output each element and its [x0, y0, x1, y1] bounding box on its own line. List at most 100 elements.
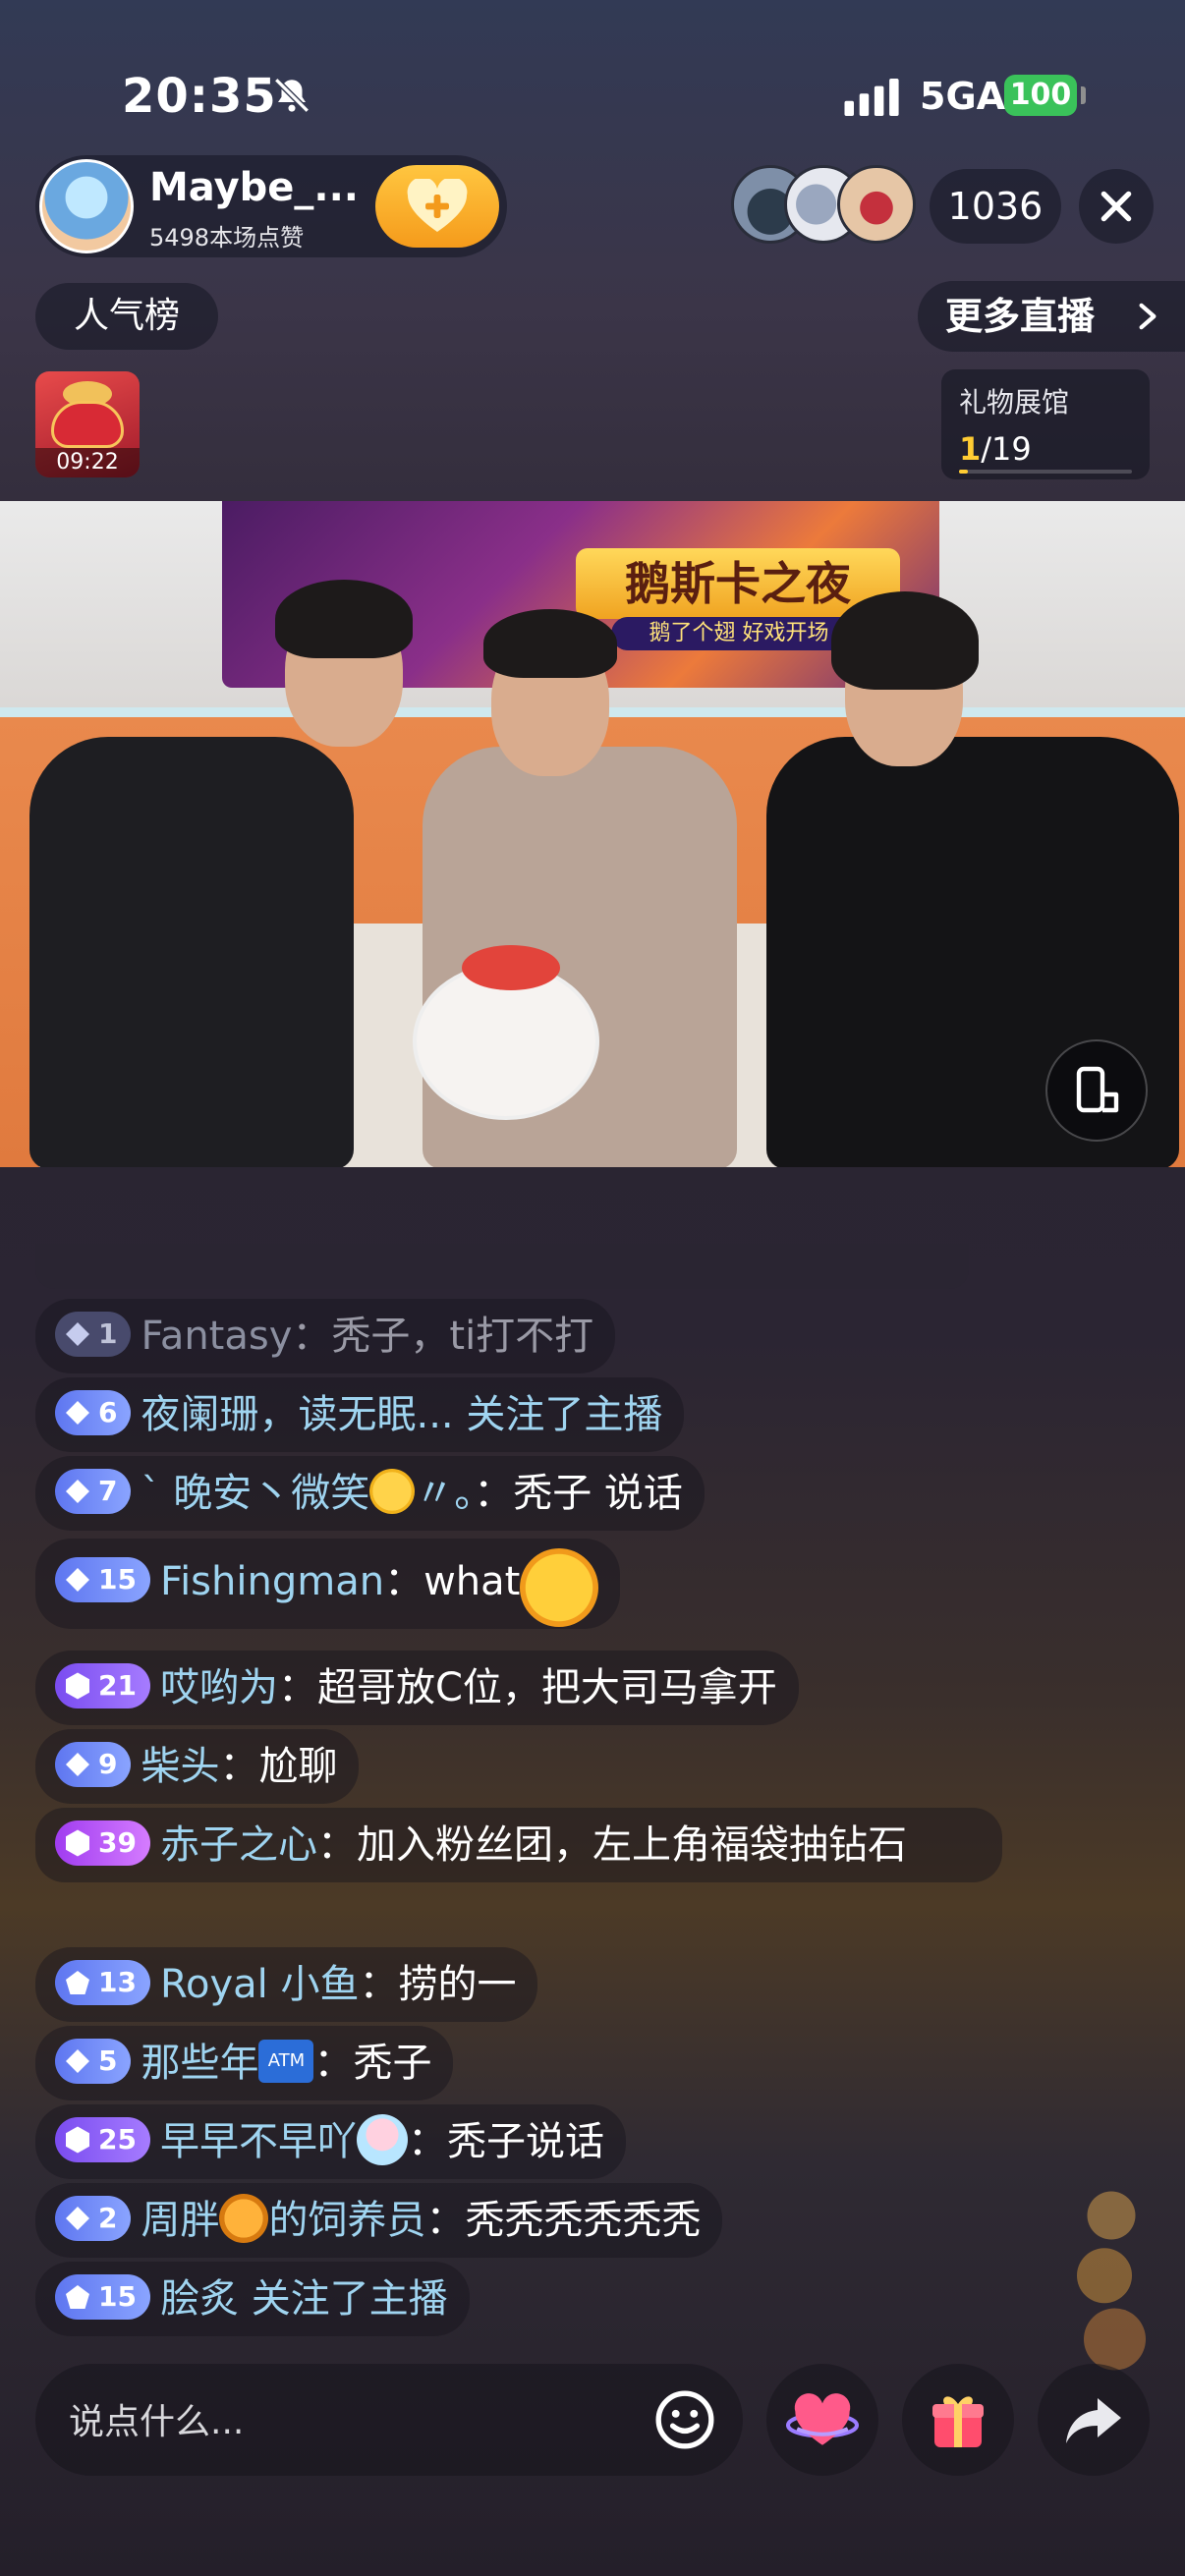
fairy-emoji-icon — [356, 2114, 408, 2165]
live-room-page: 20:35 5GA 100 Maybe_... 5498本场点赞 1036 人气… — [0, 0, 1185, 2576]
tiger-emoji-icon — [219, 2194, 269, 2243]
fan-level-badge: 15 — [55, 2274, 150, 2320]
fan-level-badge: 25 — [55, 2117, 150, 2162]
gift-hall-progress-fill — [959, 470, 969, 474]
chat-message[interactable]: 21 哎哟为：超哥放C位，把大司马拿开 — [35, 1651, 799, 1725]
gift-hall-card[interactable]: 礼物展馆 1/19 — [941, 369, 1150, 479]
viewer-avatar[interactable] — [837, 165, 916, 244]
diamond-icon — [66, 1401, 89, 1425]
chat-text: 秃子说话 — [446, 2119, 604, 2164]
chat-message[interactable]: 39 赤子之心：加入粉丝团，左上角福袋抽钻石 — [35, 1808, 1002, 1882]
more-live-label: 更多直播 — [945, 295, 1096, 338]
chat-username[interactable]: 柴头 — [141, 1744, 219, 1789]
rotate-screen-icon — [1076, 1066, 1119, 1113]
chat-message[interactable]: 15 脍炙 关注了主播 — [35, 2262, 470, 2336]
chat-message[interactable]: 1 Fantasy：秃子，ti打不打 — [35, 1299, 616, 1373]
diamond-icon — [66, 1322, 89, 1346]
host-likes: 5498本场点赞 — [149, 224, 305, 252]
network-type: 5GA — [920, 75, 1006, 118]
top-viewers[interactable] — [731, 165, 918, 248]
chat-text: 加入粉丝团，左上角福袋抽钻石 — [356, 1822, 907, 1868]
fan-level-badge: 21 — [55, 1663, 150, 1708]
chat-message[interactable]: 7 ` 晚安丶微笑 〃。：秃子 说话 — [35, 1456, 705, 1531]
chat-text: 尬聊 — [258, 1744, 338, 1789]
hexagon-gem-icon — [66, 1672, 89, 1700]
gift-button[interactable] — [902, 2364, 1014, 2476]
viewer-count[interactable]: 1036 — [930, 169, 1061, 244]
chat-message[interactable]: 6 夜阑珊，读无眠... 关注了主播 — [35, 1377, 685, 1452]
chat-username[interactable]: 那些年 — [141, 2041, 258, 2086]
share-icon — [1066, 2398, 1121, 2443]
status-time: 20:35 — [122, 69, 277, 124]
chat-message[interactable]: 5 那些年 ATM ：秃子 — [35, 2026, 454, 2100]
share-button[interactable] — [1038, 2364, 1150, 2476]
bell-muted-icon — [274, 78, 310, 113]
chat-text: 捞的一 — [398, 1962, 517, 2007]
chat-username[interactable]: Fantasy — [141, 1314, 292, 1359]
like-button[interactable] — [766, 2364, 878, 2476]
status-bar: 20:35 5GA 100 — [0, 0, 1185, 147]
battery-indicator: 100 — [1004, 75, 1077, 116]
chat-text: 秃子 — [353, 2041, 432, 2086]
atm-emoji-icon: ATM — [258, 2040, 314, 2083]
live-video[interactable]: 鹅斯卡之夜 鹅了个翅 好戏开场 — [0, 501, 1185, 1167]
chat-text: 秃子，ti打不打 — [331, 1314, 594, 1359]
diamond-icon — [66, 2207, 89, 2230]
fan-level-badge: 13 — [55, 1960, 150, 2005]
emoji-icon[interactable] — [652, 2387, 717, 2452]
chat-faded-row — [35, 1244, 969, 1289]
gift-hall-total: /19 — [981, 430, 1032, 468]
chat-text: 超哥放C位，把大司马拿开 — [316, 1665, 777, 1710]
floating-likes-decoration — [1077, 2191, 1146, 2371]
follow-button[interactable] — [375, 165, 499, 248]
video-pillow-top — [462, 945, 560, 990]
signal-icon — [844, 79, 899, 116]
fan-level-badge: 7 — [55, 1469, 132, 1514]
host-avatar[interactable] — [39, 159, 134, 253]
chat-username[interactable]: 夜阑珊，读无眠... — [141, 1392, 453, 1437]
chat-username[interactable]: 脍炙 — [160, 2276, 239, 2322]
gift-hall-title: 礼物展馆 — [959, 386, 1070, 419]
chat-username[interactable]: Fishingman — [160, 1559, 384, 1604]
fan-level-badge: 6 — [55, 1390, 132, 1435]
gift-hall-current: 1 — [959, 430, 982, 468]
chat-message[interactable]: 9 柴头：尬聊 — [35, 1729, 360, 1804]
smile-emoji-icon — [369, 1469, 416, 1514]
hexagon-gem-icon — [66, 1829, 89, 1857]
gift-hall-progress-bar — [959, 470, 1132, 474]
diamond-icon — [66, 1480, 89, 1503]
chat-username[interactable]: 赤子之心 — [160, 1822, 317, 1868]
chat-text: 秃秃秃秃秃秃 — [465, 2198, 702, 2243]
rotate-screen-button[interactable] — [1045, 1039, 1148, 1142]
chat-text: 秃子 说话 — [513, 1471, 683, 1516]
lucky-bag-button[interactable]: 09:22 — [35, 371, 140, 477]
diamond-icon — [66, 2049, 89, 2073]
pentagon-gem-icon — [66, 2285, 89, 2309]
close-button[interactable] — [1079, 169, 1154, 244]
chat-username[interactable]: 周胖 — [141, 2198, 219, 2243]
chat-username[interactable]: ` 晚安丶微笑 — [141, 1471, 369, 1516]
fan-level-badge: 9 — [55, 1742, 132, 1787]
chat-text: 关注了主播 — [466, 1392, 663, 1437]
gift-icon — [932, 2396, 984, 2447]
hexagon-gem-icon — [66, 2126, 89, 2154]
more-live-button[interactable]: 更多直播 — [918, 281, 1185, 352]
chat-text: what — [423, 1559, 521, 1604]
gift-hall-progress-text: 1/19 — [959, 430, 1132, 468]
chat-text: 关注了主播 — [251, 2276, 448, 2322]
lucky-bag-icon — [51, 401, 124, 448]
chat-message[interactable]: 13 Royal 小鱼：捞的一 — [35, 1947, 538, 2022]
popularity-rank-button[interactable]: 人气榜 — [35, 283, 218, 350]
chat-message[interactable]: 15 Fishingman：what — [35, 1539, 621, 1629]
host-info[interactable]: Maybe_... 5498本场点赞 — [35, 155, 507, 257]
chat-message[interactable]: 2 周胖 的饲养员：秃秃秃秃秃秃 — [35, 2183, 723, 2258]
comment-input[interactable]: 说点什么... — [35, 2364, 743, 2476]
laugh-emoji-icon — [520, 1548, 599, 1627]
lucky-bag-timer: 09:22 — [35, 448, 140, 477]
chat-username[interactable]: Royal 小鱼 — [160, 1962, 359, 2007]
chat-username[interactable]: 早早不早吖 — [160, 2119, 357, 2164]
chat-message[interactable]: 25 早早不早吖 ：秃子说话 — [35, 2104, 626, 2179]
chat-username[interactable]: 哎哟为 — [160, 1665, 278, 1710]
fan-level-badge: 39 — [55, 1820, 150, 1866]
heart-planet-icon — [786, 2393, 859, 2445]
